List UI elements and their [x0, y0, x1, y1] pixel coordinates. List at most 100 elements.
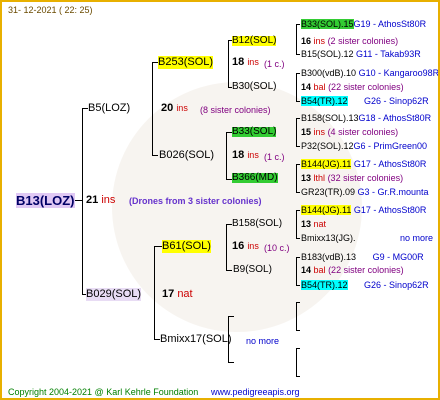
g4-3-tail: G10 - Kangaroo98R	[358, 68, 440, 78]
g4-queen-2[interactable]: B15(SOL).12 G11 - Takab93R	[301, 49, 421, 59]
g2-3-note: (10 c.)	[264, 243, 290, 253]
g3-4-count: 13 lthl (32 sister colonies)	[301, 173, 403, 183]
g4-queen-9[interactable]: B144(JG).11 G17 - AthosSt80R	[301, 205, 426, 215]
g4-2-tail: G11 - Takab93R	[356, 49, 421, 59]
g3-2-count-value: 14	[301, 82, 312, 92]
g4-2-code: B15(SOL).12	[301, 49, 354, 59]
g4-queen-5[interactable]: B158(SOL).13G18 - AthosSt80R	[301, 113, 431, 123]
g4-queen-3[interactable]: B300(vdB).10 G10 - Kangaroo98R	[301, 68, 440, 78]
g4-5-tail: G18 - AthosSt80R	[358, 113, 432, 123]
connector	[228, 362, 234, 363]
connector	[296, 302, 297, 330]
g1-queen-2[interactable]: B029(SOL)	[86, 288, 142, 301]
g1-queen-1[interactable]: B5(LOZ)	[88, 102, 130, 115]
connector	[296, 348, 297, 376]
footer-copyright: Copyright 2004-2021 @ Karl Kehrle Founda…	[8, 387, 199, 397]
connector	[296, 118, 300, 119]
connector	[296, 73, 300, 74]
g4-queen-12[interactable]: B54(TR).12 G26 - Sinop62R	[301, 280, 429, 290]
g3-2-count: 14 bal (22 sister colonies)	[301, 82, 404, 92]
g1-1-note: (8 sister colonies)	[200, 105, 271, 115]
connector	[296, 257, 300, 258]
g1-1-count-suffix: ins	[176, 103, 188, 113]
g2-1-count: 18 ins	[232, 56, 259, 69]
g4-queen-6[interactable]: P32(SOL).12G6 - PrimGreen00	[301, 141, 427, 151]
connector	[296, 285, 300, 286]
g3-queen-3[interactable]: B33(SOL)	[232, 127, 277, 137]
g1-1-count-value: 20	[161, 102, 174, 114]
connector	[82, 108, 83, 294]
g4-3-code: B300(vdB).10	[301, 68, 357, 78]
g2-2-count-value: 18	[232, 149, 245, 161]
g2-queen-1[interactable]: B253(SOL)	[158, 56, 214, 69]
g4-11-code: B183(vdB).13	[301, 252, 357, 262]
g2-1-count-suffix: ins	[247, 57, 259, 67]
g3-queen-5[interactable]: B158(SOL)	[232, 219, 282, 229]
g1-2-count-value: 17	[162, 288, 175, 300]
g2-2-count: 18 ins	[232, 149, 259, 162]
g4-6-tail: G6 - PrimGreen00	[353, 141, 428, 151]
g4-queen-11[interactable]: B183(vdB).13 G9 - MG00R	[301, 252, 424, 262]
connector	[74, 200, 82, 201]
g2-queen-4[interactable]: Bmixx17(SOL)	[160, 333, 232, 346]
g3-6-count: 14 bal (22 sister colonies)	[301, 265, 404, 275]
connector	[154, 246, 155, 339]
g2-queen-2[interactable]: B026(SOL)	[159, 149, 214, 162]
g3-4-count-value: 13	[301, 173, 312, 183]
g4-queen-4[interactable]: B54(TR).12 G26 - Sinop62R	[301, 96, 429, 106]
g4-7-code: B144(JG).11	[301, 159, 352, 169]
g4-5-code: B158(SOL).13	[301, 113, 359, 123]
root-count-value: 21	[86, 194, 99, 206]
g4-9-code: B144(JG).11	[301, 205, 352, 215]
connector	[296, 146, 300, 147]
root-note: (Drones from 3 sister colonies)	[129, 196, 262, 206]
date-stamp: 31- 12-2021 ( 22: 25)	[8, 5, 93, 15]
connector	[296, 164, 297, 192]
g4-8-tail: G3 - Gr.R.mounta	[357, 187, 429, 197]
root-count: 21 ins	[86, 194, 115, 207]
connector	[296, 330, 300, 331]
g1-2-count-suffix: nat	[177, 288, 193, 300]
g2-2-note: (1 c.)	[264, 152, 285, 162]
g3-5-count-suffix: nat	[313, 219, 327, 229]
g4-9-tail: G17 - AthosSt80R	[353, 205, 427, 215]
root-queen[interactable]: B13(LOZ)	[16, 193, 75, 208]
g3-3-count: 15 ins (4 sister colonies)	[301, 127, 398, 137]
g3-queen-1[interactable]: B12(SOL)	[232, 36, 277, 46]
g4-6-code: P32(SOL).12	[301, 141, 354, 151]
connector	[296, 210, 300, 211]
g3-4-note: (32 sister colonies)	[327, 173, 404, 183]
g4-queen-10[interactable]: Bmixx13(JG). no more	[301, 233, 433, 243]
g3-queen-4[interactable]: B366(MD)	[232, 173, 278, 183]
g2-1-note: (1 c.)	[264, 59, 285, 69]
g4-queen-7[interactable]: B144(JG).11 G17 - AthosSt80R	[301, 159, 426, 169]
connector	[296, 24, 297, 54]
connector	[152, 155, 158, 156]
connector	[296, 192, 300, 193]
g1-1-count: 20 ins	[161, 102, 188, 115]
connector	[296, 73, 297, 101]
footer-site-link[interactable]: www.pedigreeapis.org	[211, 387, 300, 397]
connector	[226, 270, 232, 271]
g2-queen-3[interactable]: B61(SOL)	[162, 240, 211, 253]
g3-2-count-suffix: bal	[313, 82, 326, 92]
g4-4-code: B54(TR).12	[301, 96, 348, 106]
g4-12-code: B54(TR).12	[301, 280, 348, 290]
g4-4-tail: G26 - Sinop62R	[364, 96, 429, 106]
connector	[296, 376, 300, 377]
connector	[226, 224, 227, 270]
g3-queen-2[interactable]: B30(SOL)	[232, 82, 276, 92]
connector	[154, 246, 162, 247]
connector	[296, 210, 297, 238]
connector	[296, 348, 300, 349]
g4-7-tail: G17 - AthosSt80R	[353, 159, 427, 169]
connector	[152, 62, 153, 155]
g2-3-count-suffix: ins	[247, 241, 259, 251]
g3-queen-6[interactable]: B9(SOL)	[233, 265, 272, 275]
connector	[228, 40, 229, 87]
connector	[296, 164, 300, 165]
g4-queen-8[interactable]: GR23(TR).09 G3 - Gr.R.mounta	[301, 187, 429, 197]
connector	[296, 238, 300, 239]
g4-queen-1[interactable]: B33(SOL).15G19 - AthosSt80R	[301, 19, 426, 29]
g3-1-count: 16 ins (2 sister colonies)	[301, 36, 398, 46]
